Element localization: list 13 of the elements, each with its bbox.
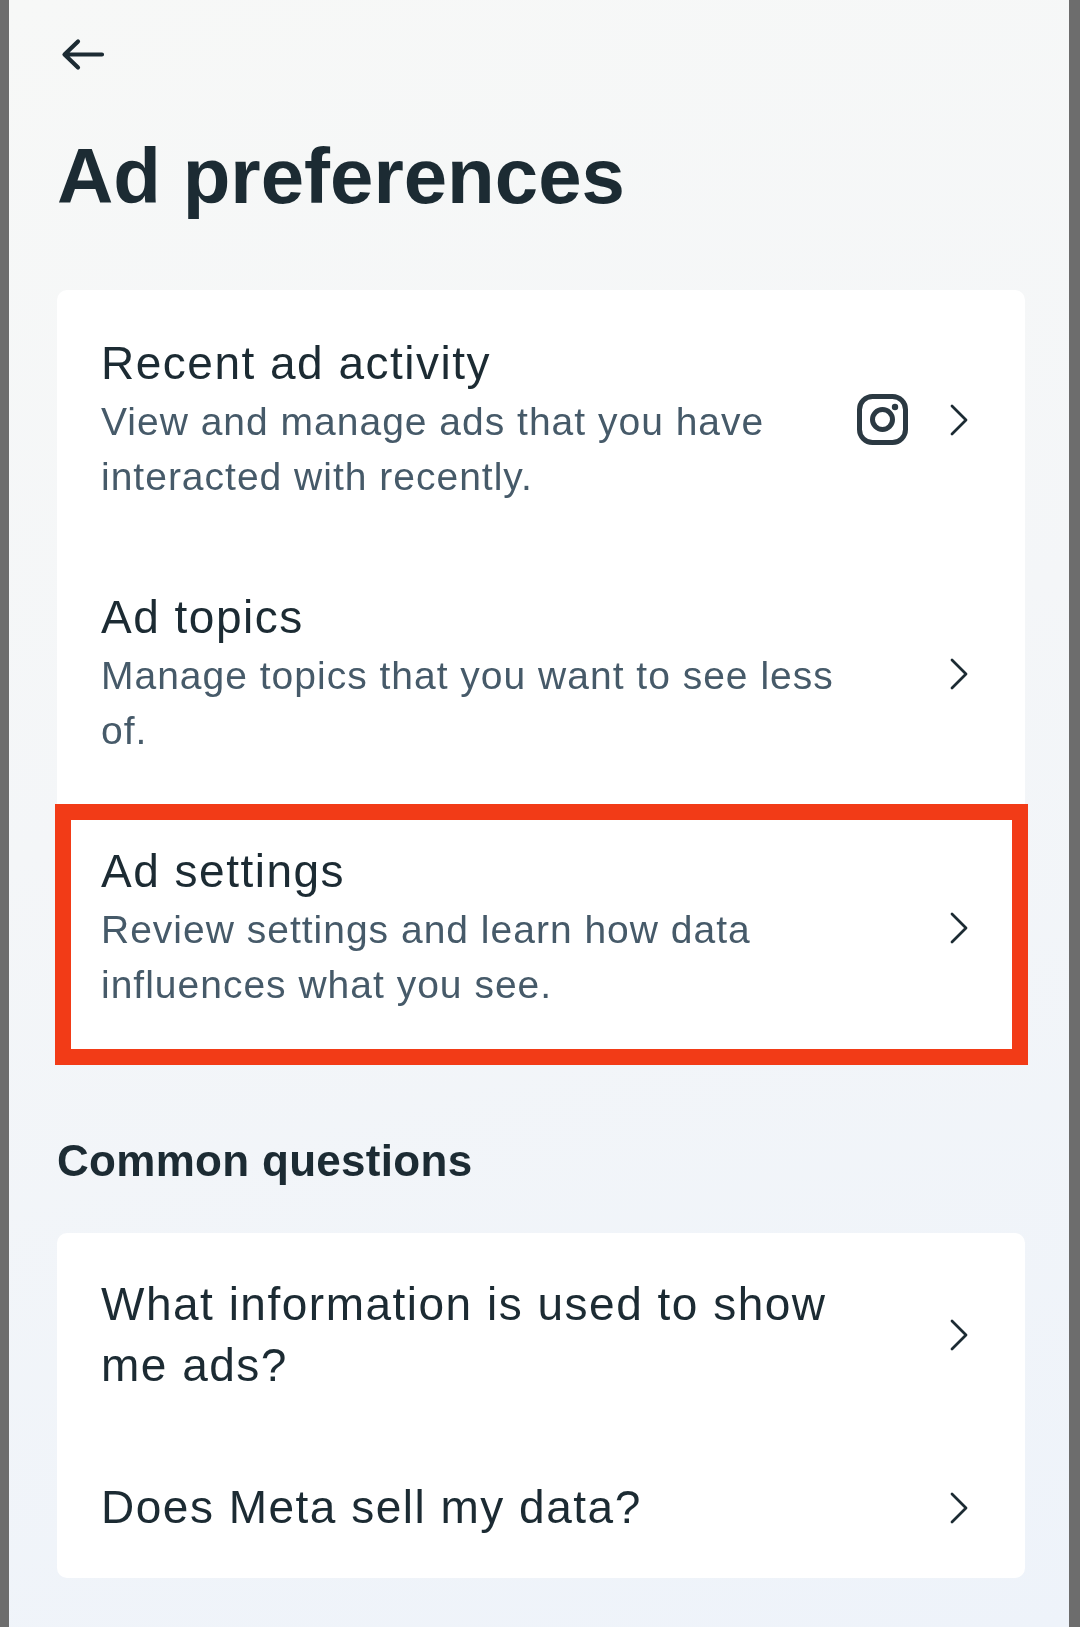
menu-item[interactable]: Ad settings Review settings and learn how data influences what you see. [57,798,1025,1052]
chevron-right-icon [950,1319,968,1351]
question-item[interactable]: Does Meta sell my data? [57,1436,1025,1578]
chevron-right-icon [950,403,968,436]
back-arrow-icon[interactable] [60,38,105,71]
section-heading: Common questions [57,1135,473,1187]
chevron-right-icon [950,657,968,690]
menu-item[interactable]: Recent ad activity View and manage ads that you have interacted with recently. [57,290,1025,544]
page-title: Ad preferences [57,131,625,221]
chevron-right-icon [950,1491,968,1524]
chevron-right-icon [950,911,968,944]
menu-item[interactable]: Ad topics Manage topics that you want to see less of. [57,544,1025,798]
question-item[interactable]: What information is used to show me ads? [57,1233,1025,1436]
